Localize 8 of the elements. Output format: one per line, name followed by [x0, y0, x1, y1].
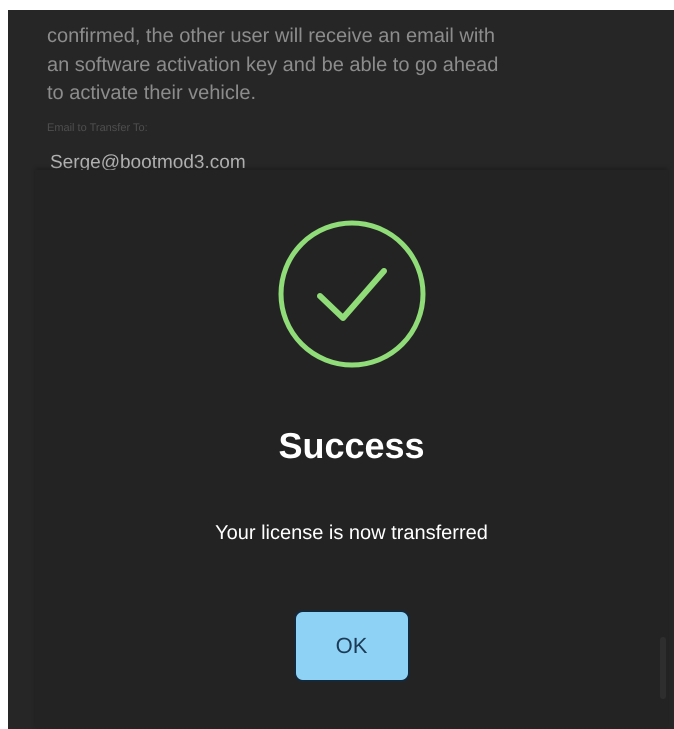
email-value: Serge@bootmod3.com — [50, 152, 247, 174]
dialog-message: Your license is now transferred — [215, 522, 488, 545]
check-circle-icon — [276, 219, 426, 369]
dialog-title: Success — [278, 425, 425, 467]
instruction-text: confirmed, the other user will receive an email with — [47, 24, 496, 49]
instruction-text: an software activation key and be able to go ahead — [47, 52, 500, 78]
instruction-text: to activate their vehicle. — [47, 81, 257, 106]
ok-button[interactable]: OK — [294, 610, 410, 682]
